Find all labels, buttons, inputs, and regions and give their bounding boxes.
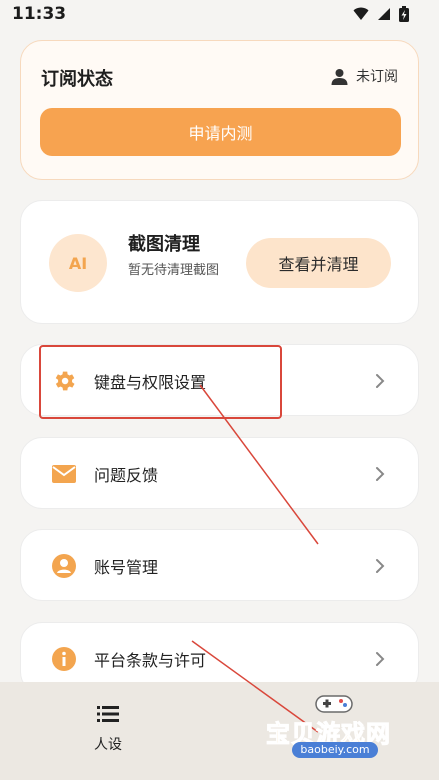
gamepad-icon — [315, 695, 353, 713]
subscription-card: 订阅状态 未订阅 申请内测 — [20, 40, 419, 180]
chevron-right-icon — [376, 559, 385, 573]
ai-badge: AI — [49, 234, 107, 292]
wifi-icon — [353, 7, 369, 20]
subscription-status-text: 未订阅 — [356, 69, 398, 85]
screenshot-cleanup-card: AI 截图清理 暂无待清理截图 查看并清理 — [20, 200, 419, 324]
chevron-right-icon — [376, 652, 385, 666]
chevron-right-icon — [376, 467, 385, 481]
status-icons — [353, 6, 409, 22]
menu-label-account: 账号管理 — [94, 558, 159, 577]
account-icon — [51, 553, 77, 579]
watermark-url: baobeiy.com — [292, 742, 378, 758]
subscription-title: 订阅状态 — [41, 69, 113, 90]
list-menu-icon — [97, 706, 119, 722]
chevron-right-icon — [376, 374, 385, 388]
watermark: 宝贝游戏网 baobeiy.com — [262, 690, 412, 770]
cleanup-title: 截图清理 — [128, 234, 200, 255]
highlight-annotation-box — [39, 345, 282, 419]
status-time: 11:33 — [12, 4, 67, 24]
cellular-signal-icon — [378, 8, 390, 20]
menu-label-feedback: 问题反馈 — [94, 466, 159, 485]
status-bar: 11:33 — [0, 0, 439, 30]
cleanup-description: 暂无待清理截图 — [128, 263, 220, 278]
menu-item-account[interactable]: 账号管理 — [20, 529, 419, 601]
apply-beta-button[interactable]: 申请内测 — [40, 108, 401, 156]
view-and-clean-button[interactable]: 查看并清理 — [246, 238, 391, 288]
nav-item-persona[interactable]: 人设 — [80, 706, 136, 754]
info-icon — [51, 646, 77, 672]
mail-icon — [51, 461, 77, 487]
user-icon — [331, 68, 348, 85]
subscription-status: 未订阅 — [331, 66, 398, 86]
nav-label-persona: 人设 — [94, 737, 122, 753]
menu-label-terms: 平台条款与许可 — [94, 651, 207, 670]
menu-item-feedback[interactable]: 问题反馈 — [20, 437, 419, 509]
battery-charging-icon — [399, 6, 409, 22]
